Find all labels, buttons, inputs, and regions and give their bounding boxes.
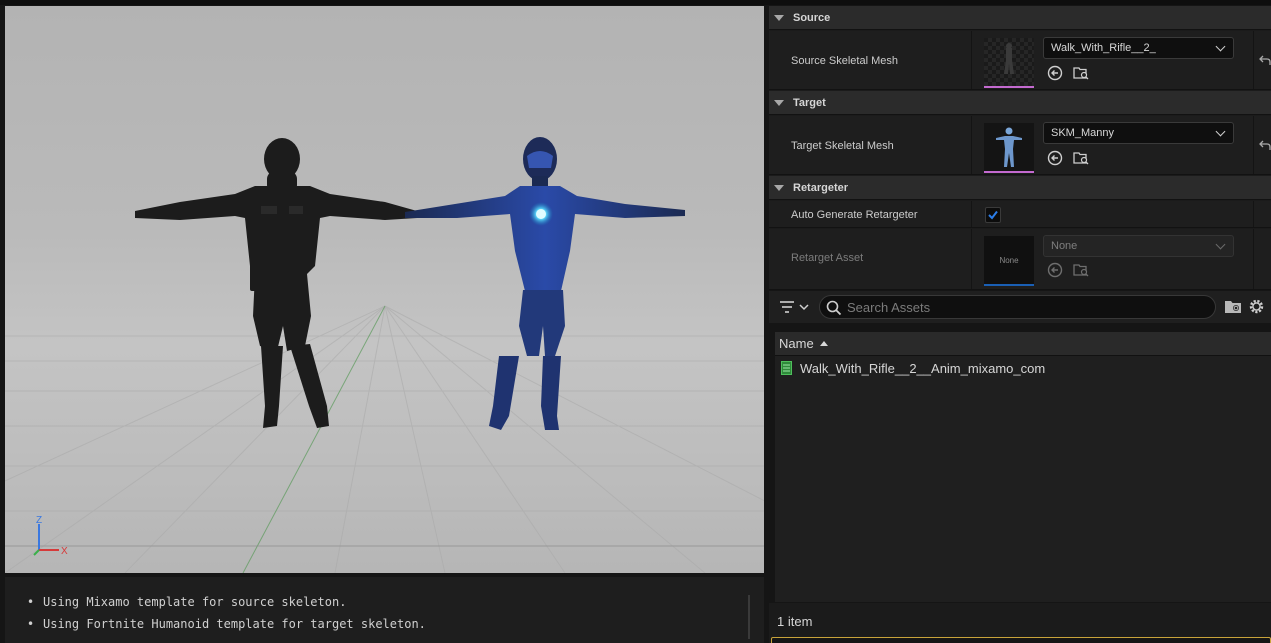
list-item[interactable]: Walk_With_Rifle__2__Anim_mixamo_com xyxy=(775,357,1271,379)
axis-gizmo: Z X xyxy=(33,515,68,557)
category-label: Target xyxy=(793,96,826,109)
log-scrollbar[interactable] xyxy=(748,595,750,639)
animation-asset-icon xyxy=(781,361,792,375)
item-count: 1 item xyxy=(777,614,813,629)
reset-arrow-icon[interactable] xyxy=(1259,54,1271,66)
combo-value: Walk_With_Rifle__2_ xyxy=(1051,42,1156,54)
asset-footer: 1 item xyxy=(769,603,1271,643)
use-selected-arrow-icon[interactable] xyxy=(1047,65,1063,81)
source-character xyxy=(135,138,417,428)
category-source[interactable]: Source xyxy=(769,6,1271,30)
search-icon xyxy=(826,300,842,316)
axis-z-label: Z xyxy=(36,515,42,526)
checkmark-icon xyxy=(988,210,998,220)
footer-highlight-bar xyxy=(771,637,1271,643)
category-retargeter[interactable]: Retargeter xyxy=(769,176,1271,200)
asset-name: Walk_With_Rifle__2__Anim_mixamo_com xyxy=(800,360,1046,376)
collapse-triangle-icon[interactable] xyxy=(774,14,784,21)
filter-icon[interactable] xyxy=(779,299,813,315)
combo-value: None xyxy=(1051,240,1078,252)
floor-grid xyxy=(5,305,764,573)
target-character xyxy=(405,137,685,430)
browse-folder-icon xyxy=(1073,264,1089,277)
output-log: Using Mixamo template for source skeleto… xyxy=(5,577,764,643)
browse-folder-icon[interactable] xyxy=(1073,65,1089,81)
chevron-down-icon xyxy=(1215,126,1226,137)
row-auto-generate: Auto Generate Retargeter xyxy=(769,201,1271,228)
category-target[interactable]: Target xyxy=(769,91,1271,115)
collapse-triangle-icon[interactable] xyxy=(774,99,784,106)
asset-list: Name Walk_With_Rifle__2__Anim_mixamo_com xyxy=(775,332,1271,602)
chevron-down-icon xyxy=(1215,41,1226,52)
category-label: Retargeter xyxy=(793,181,849,194)
thumbnail-none-text: None xyxy=(999,255,1019,265)
reset-arrow-icon[interactable] xyxy=(1259,139,1271,151)
property-label: Auto Generate Retargeter xyxy=(791,209,918,221)
asset-toolbar xyxy=(769,291,1271,323)
details-panel: Source Source Skeletal Mesh Walk_With_Ri… xyxy=(769,6,1271,290)
log-line: Using Mixamo template for source skeleto… xyxy=(27,591,764,613)
chevron-down-icon xyxy=(1215,239,1226,250)
target-mesh-combo[interactable]: SKM_Manny xyxy=(1043,122,1234,144)
use-selected-arrow-icon[interactable] xyxy=(1047,150,1063,166)
source-mesh-thumbnail[interactable] xyxy=(984,38,1034,88)
target-mesh-thumbnail[interactable] xyxy=(984,123,1034,173)
retarget-asset-thumbnail: None xyxy=(984,236,1034,286)
search-box[interactable] xyxy=(819,295,1216,319)
log-line: Using Fortnite Humanoid template for tar… xyxy=(27,613,764,635)
retarget-asset-combo: None xyxy=(1043,235,1234,257)
browse-folder-icon[interactable] xyxy=(1073,150,1089,166)
column-label: Name xyxy=(779,336,814,351)
folder-search-icon[interactable] xyxy=(1224,299,1242,315)
gear-icon[interactable] xyxy=(1248,298,1265,315)
auto-generate-checkbox[interactable] xyxy=(985,207,1001,223)
search-input[interactable] xyxy=(847,298,1207,316)
column-header-name[interactable]: Name xyxy=(775,332,1271,356)
sort-ascending-icon xyxy=(819,341,828,346)
property-label: Source Skeletal Mesh xyxy=(791,55,898,67)
category-label: Source xyxy=(793,11,831,24)
row-retarget-asset: Retarget Asset None None xyxy=(769,229,1271,290)
asset-browser: Name Walk_With_Rifle__2__Anim_mixamo_com… xyxy=(769,291,1271,643)
row-target-skeletal-mesh: Target Skeletal Mesh SKM_Manny xyxy=(769,116,1271,175)
scene-render xyxy=(5,137,764,573)
axis-x-label: X xyxy=(61,546,68,557)
top-bar xyxy=(0,0,1271,5)
preview-viewport[interactable]: Z X xyxy=(5,6,764,573)
source-mesh-combo[interactable]: Walk_With_Rifle__2_ xyxy=(1043,37,1234,59)
collapse-triangle-icon[interactable] xyxy=(774,184,784,191)
property-label: Retarget Asset xyxy=(791,252,864,264)
row-source-skeletal-mesh: Source Skeletal Mesh Walk_With_Rifle__2_ xyxy=(769,31,1271,90)
use-selected-arrow-icon xyxy=(1047,262,1063,278)
property-label: Target Skeletal Mesh xyxy=(791,140,894,152)
combo-value: SKM_Manny xyxy=(1051,127,1114,139)
